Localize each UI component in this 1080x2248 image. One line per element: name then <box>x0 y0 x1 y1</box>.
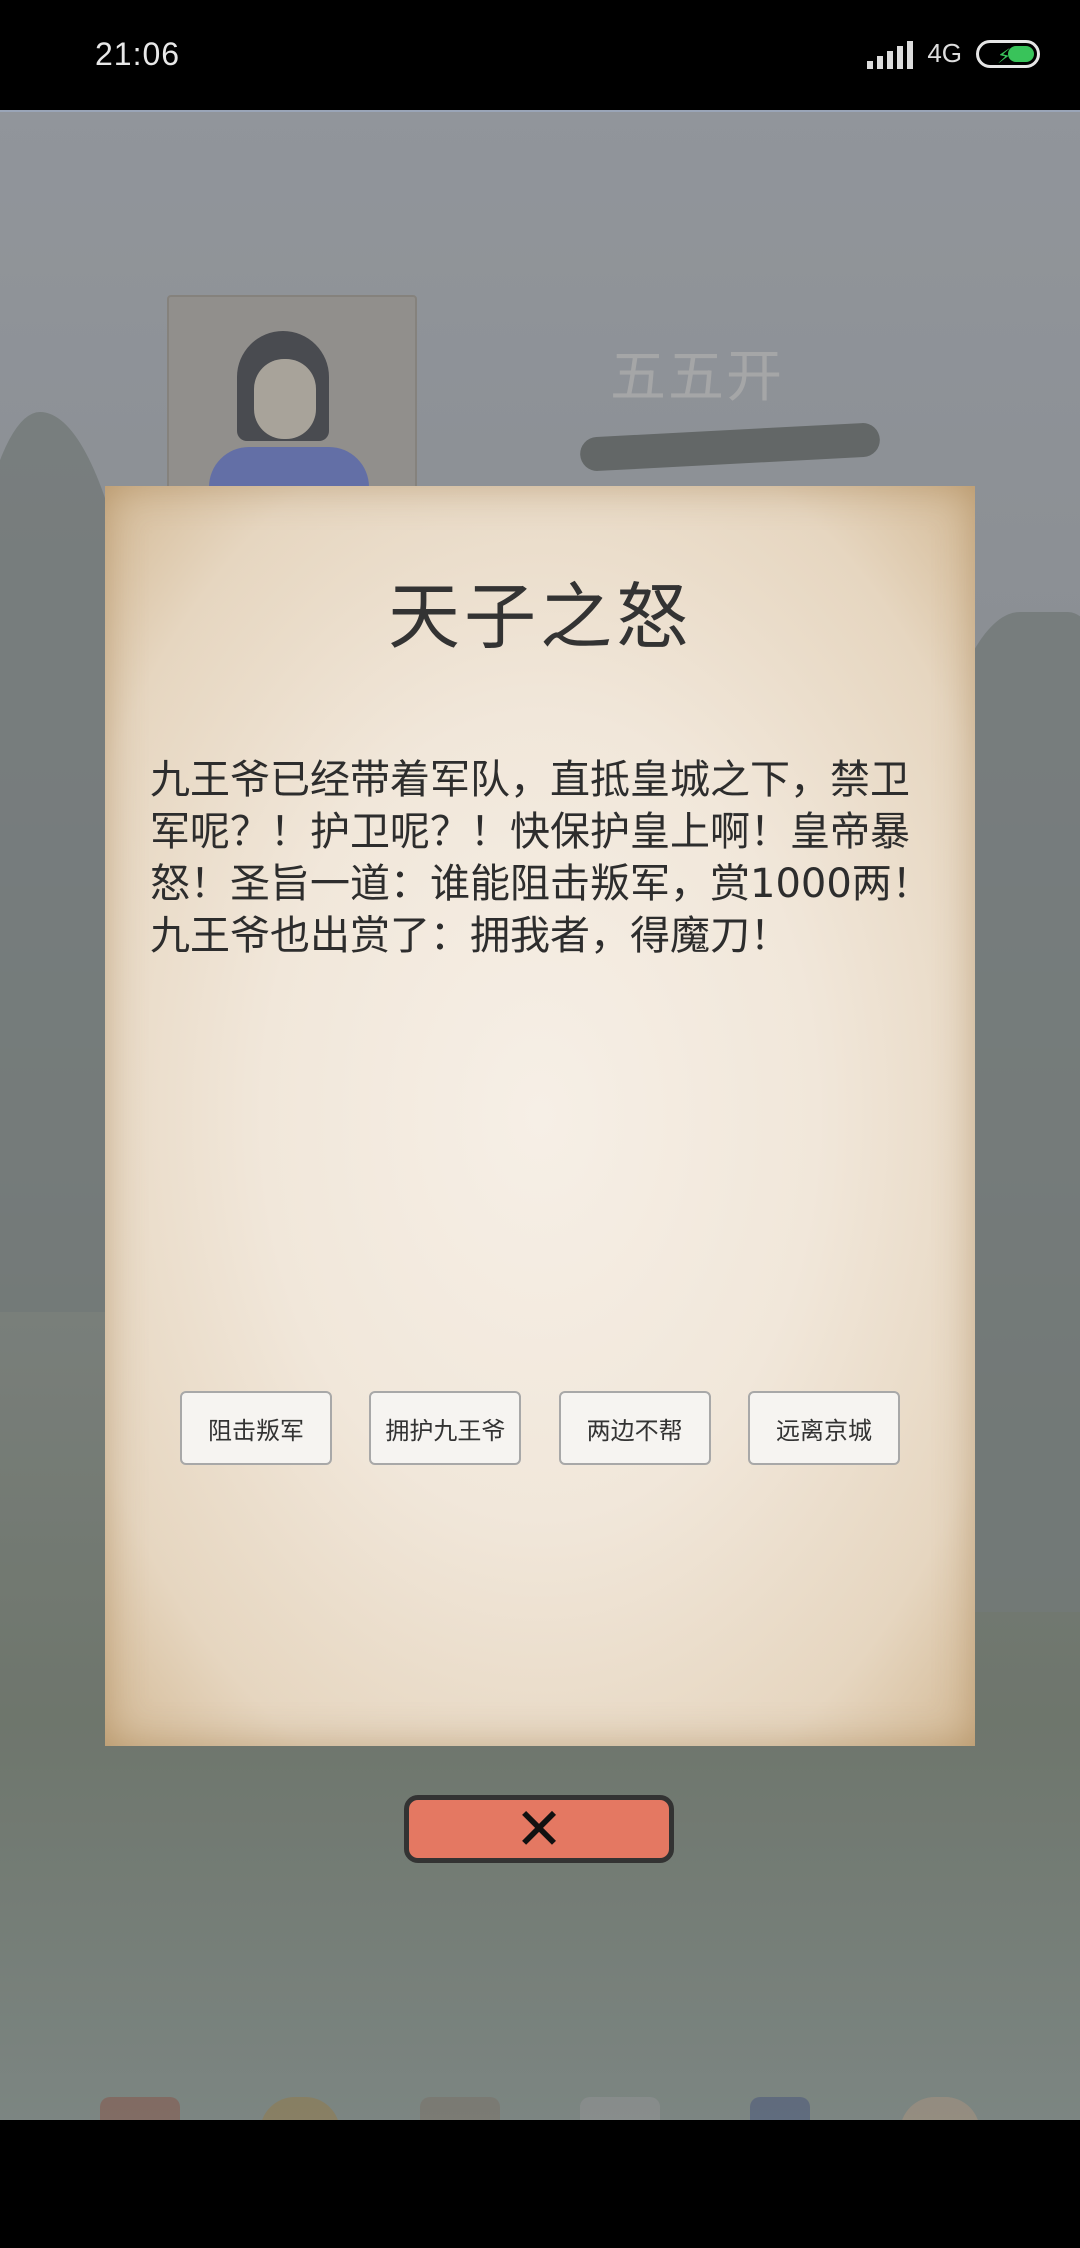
choice-support-ninth-prince-button[interactable]: 拥护九王爷 <box>369 1391 522 1465</box>
choice-buttons: 阻击叛军 拥护九王爷 两边不帮 远离京城 <box>180 1391 900 1465</box>
status-bar: 21:06 4G ⚡ <box>0 0 1080 112</box>
choice-neutral-button[interactable]: 两边不帮 <box>558 1391 711 1465</box>
battery-charging-icon: ⚡ <box>976 39 1040 68</box>
status-icons: 4G ⚡ <box>867 38 1040 69</box>
dialog-body: 九王爷已经带着军队，直抵皇城之下，禁卫军呢？！护卫呢？！快保护皇上啊！皇帝暴怒！… <box>150 757 932 959</box>
choice-block-rebels-button[interactable]: 阻击叛军 <box>180 1391 332 1465</box>
system-nav-bar <box>0 2120 1080 2248</box>
event-dialog: 天子之怒 九王爷已经带着军队，直抵皇城之下，禁卫军呢？！护卫呢？！快保护皇上啊！… <box>105 486 975 1746</box>
dialog-title: 天子之怒 <box>387 575 692 659</box>
network-type: 4G <box>927 38 962 68</box>
choice-leave-capital-button[interactable]: 远离京城 <box>747 1391 900 1465</box>
signal-icon <box>867 39 914 69</box>
close-dialog-button[interactable]: ✕ <box>404 1795 674 1863</box>
close-icon: ✕ <box>514 1795 564 1863</box>
status-time: 21:06 <box>95 36 181 72</box>
